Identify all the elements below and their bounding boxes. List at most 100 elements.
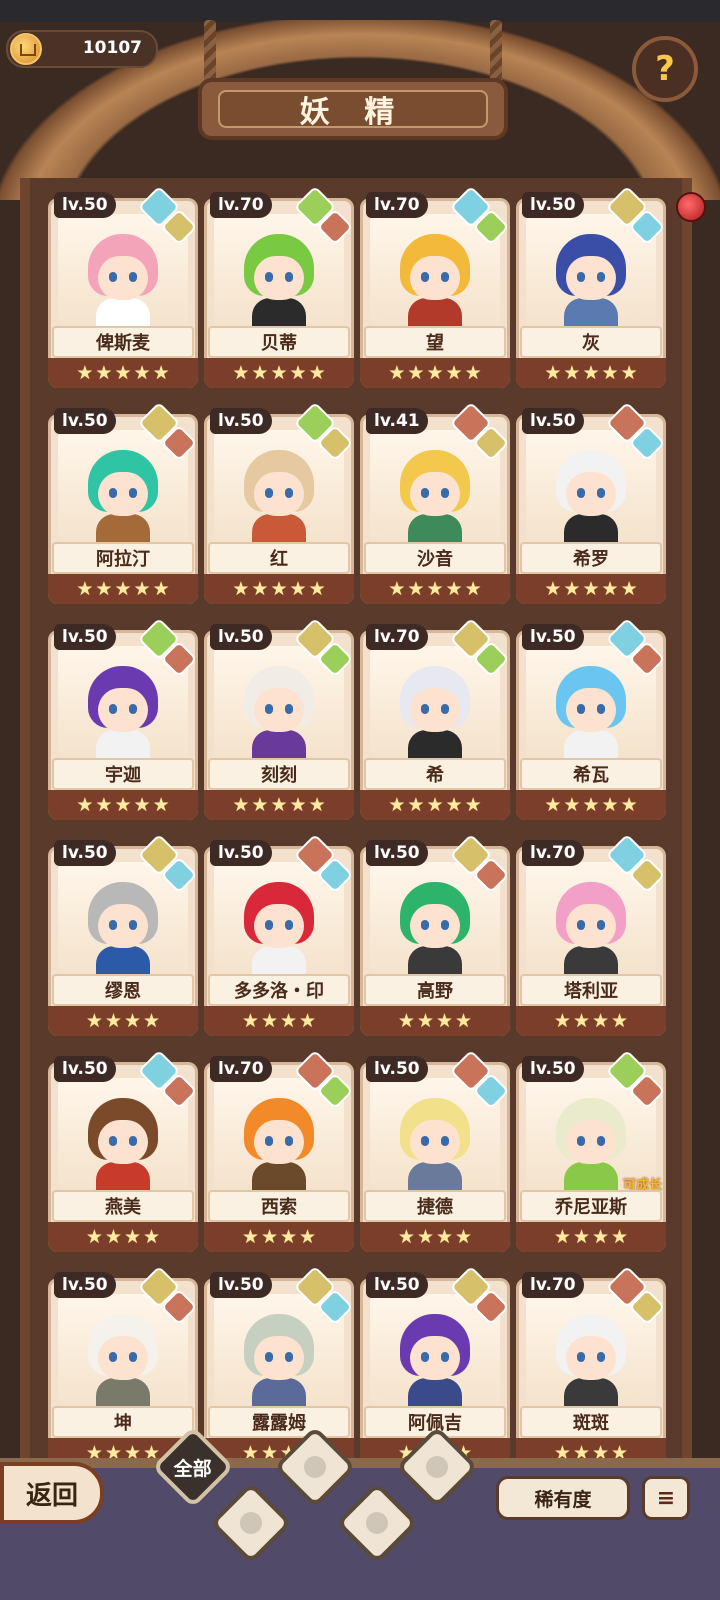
star-icon: ★: [620, 361, 638, 384]
star-icon: ★: [124, 1009, 142, 1032]
star-rating: ★★★★: [360, 1006, 510, 1036]
fairy-card[interactable]: lv.41 沙音 ★ ★ ★ ★ ★: [360, 401, 510, 604]
star-icon: ★: [388, 577, 406, 600]
star-icon: ★: [407, 361, 425, 384]
star-icon: ★: [124, 1225, 142, 1248]
star-icon: ★: [251, 361, 269, 384]
star-icon: ★: [397, 1225, 415, 1248]
name-banner: 坤: [52, 1406, 194, 1438]
level-badge: lv.50: [54, 192, 116, 218]
star-icon: ★: [445, 577, 463, 600]
star-icon: ★: [455, 1225, 473, 1248]
star-icon: ★: [241, 1009, 259, 1032]
fairy-card[interactable]: lv.50露露姆★★★★: [204, 1265, 354, 1458]
fairy-card[interactable]: lv.70 斑斑 ★ ★ ★ ★: [516, 1265, 666, 1458]
fairy-name: 刻刻: [261, 765, 297, 786]
star-icon: ★: [241, 1441, 259, 1458]
fairy-card[interactable]: lv.50 宇迦 ★ ★ ★ ★ ★: [48, 617, 198, 820]
fairy-card[interactable]: lv.70 贝蒂 ★ ★ ★ ★ ★: [204, 185, 354, 388]
fairy-card[interactable]: lv.50 高野 ★ ★ ★ ★: [360, 833, 510, 1036]
back-button[interactable]: 返回: [0, 1462, 104, 1524]
star-icon: ★: [95, 361, 113, 384]
fairy-card[interactable]: lv.50 燕美 ★ ★ ★ ★: [48, 1049, 198, 1252]
name-banner: 缪恩: [52, 974, 194, 1006]
star-icon: ★: [436, 1009, 454, 1032]
star-rating: ★★★★: [516, 1438, 666, 1458]
fairy-card[interactable]: lv.50 红 ★ ★ ★ ★ ★: [204, 401, 354, 604]
fairy-name: 高野: [417, 981, 453, 1002]
fairy-card[interactable]: lv.50 多多洛・印 ★ ★ ★ ★: [204, 833, 354, 1036]
star-rating: ★ ★ ★ ★ ★: [360, 574, 510, 604]
level-badge: lv.70: [366, 624, 428, 650]
star-icon: ★: [553, 1441, 571, 1458]
star-icon: ★: [270, 793, 288, 816]
fairy-name: 多多洛・印: [234, 981, 324, 1002]
level-badge: lv.50: [366, 1056, 428, 1082]
fairy-name: 燕美: [105, 1197, 141, 1218]
level-badge: lv.70: [522, 840, 584, 866]
level-badge: lv.50: [366, 1272, 428, 1298]
star-icon: ★: [280, 1009, 298, 1032]
help-button[interactable]: ?: [632, 36, 698, 102]
scroll-gem-icon: [676, 192, 706, 222]
bottom-divider: [0, 1458, 720, 1468]
star-icon: ★: [611, 1225, 629, 1248]
star-icon: ★: [114, 793, 132, 816]
fairy-card[interactable]: lv.50 俾斯麦 ★ ★ ★ ★ ★: [48, 185, 198, 388]
star-icon: ★: [308, 361, 326, 384]
name-banner: 阿拉汀: [52, 542, 194, 574]
star-icon: ★: [426, 793, 444, 816]
name-banner: 贝蒂: [208, 326, 350, 358]
star-icon: ★: [407, 577, 425, 600]
star-icon: ★: [270, 577, 288, 600]
star-rating: ★ ★ ★ ★ ★: [204, 358, 354, 388]
rarity-sort-button[interactable]: 稀有度: [496, 1476, 630, 1520]
fairy-card[interactable]: lv.50 希瓦 ★ ★ ★ ★ ★: [516, 617, 666, 820]
fairy-card[interactable]: lv.50 灰 ★ ★ ★ ★ ★: [516, 185, 666, 388]
sort-order-button[interactable]: ≡: [642, 1476, 690, 1520]
fairy-card[interactable]: lv.70 希 ★ ★ ★ ★ ★: [360, 617, 510, 820]
fairy-list-panel[interactable]: lv.50 俾斯麦 ★ ★ ★ ★ ★ lv.70 贝蒂 ★ ★ ★ ★ ★ lv.70 望 ★ ★ ★ ★ ★ lv.5…: [20, 178, 692, 1458]
star-icon: ★: [95, 577, 113, 600]
fairy-card[interactable]: lv.50 可成长 乔尼亚斯 ★ ★ ★ ★: [516, 1049, 666, 1252]
name-banner: 燕美: [52, 1190, 194, 1222]
star-icon: ★: [308, 577, 326, 600]
star-rating: ★★★★: [360, 1222, 510, 1252]
star-icon: ★: [124, 1441, 142, 1458]
fairy-name: 缪恩: [105, 981, 141, 1002]
star-rating: ★ ★ ★ ★ ★: [516, 574, 666, 604]
star-rating: ★★★★: [204, 1006, 354, 1036]
fairy-card[interactable]: lv.50 阿拉汀 ★ ★ ★ ★ ★: [48, 401, 198, 604]
star-icon: ★: [299, 1009, 317, 1032]
star-icon: ★: [416, 1225, 434, 1248]
star-icon: ★: [464, 793, 482, 816]
fairy-card[interactable]: lv.50 缪恩 ★ ★ ★ ★: [48, 833, 198, 1036]
fairy-card[interactable]: lv.70 塔利亚 ★ ★ ★ ★: [516, 833, 666, 1036]
star-icon: ★: [104, 1009, 122, 1032]
star-rating: ★★★★: [204, 1222, 354, 1252]
fairy-card[interactable]: lv.70 西索 ★ ★ ★ ★: [204, 1049, 354, 1252]
star-icon: ★: [143, 1225, 161, 1248]
fairy-card[interactable]: lv.70 望 ★ ★ ★ ★ ★: [360, 185, 510, 388]
star-icon: ★: [592, 1441, 610, 1458]
fairy-name: 露露姆: [252, 1413, 306, 1434]
page-title: 妖 精: [299, 95, 407, 130]
name-banner: 希瓦: [520, 758, 662, 790]
name-banner: 红: [208, 542, 350, 574]
fairy-card[interactable]: lv.50 捷德 ★ ★ ★ ★: [360, 1049, 510, 1252]
fairy-card[interactable]: lv.50 希罗 ★ ★ ★ ★ ★: [516, 401, 666, 604]
fairy-card[interactable]: lv.50 坤 ★ ★ ★ ★: [48, 1265, 198, 1458]
star-icon: ★: [553, 1225, 571, 1248]
earth-element-icon: [366, 1512, 388, 1534]
name-banner: 多多洛・印: [208, 974, 350, 1006]
star-rating: ★★★★: [516, 1006, 666, 1036]
fairy-name: 沙音: [417, 549, 453, 570]
fairy-card[interactable]: lv.50 刻刻 ★ ★ ★ ★ ★: [204, 617, 354, 820]
help-icon: ?: [655, 49, 675, 89]
star-icon: ★: [232, 361, 250, 384]
star-icon: ★: [611, 1441, 629, 1458]
name-banner: 乔尼亚斯: [520, 1190, 662, 1222]
name-banner: 希罗: [520, 542, 662, 574]
title-plate: 妖 精: [198, 78, 508, 140]
star-icon: ★: [280, 1225, 298, 1248]
